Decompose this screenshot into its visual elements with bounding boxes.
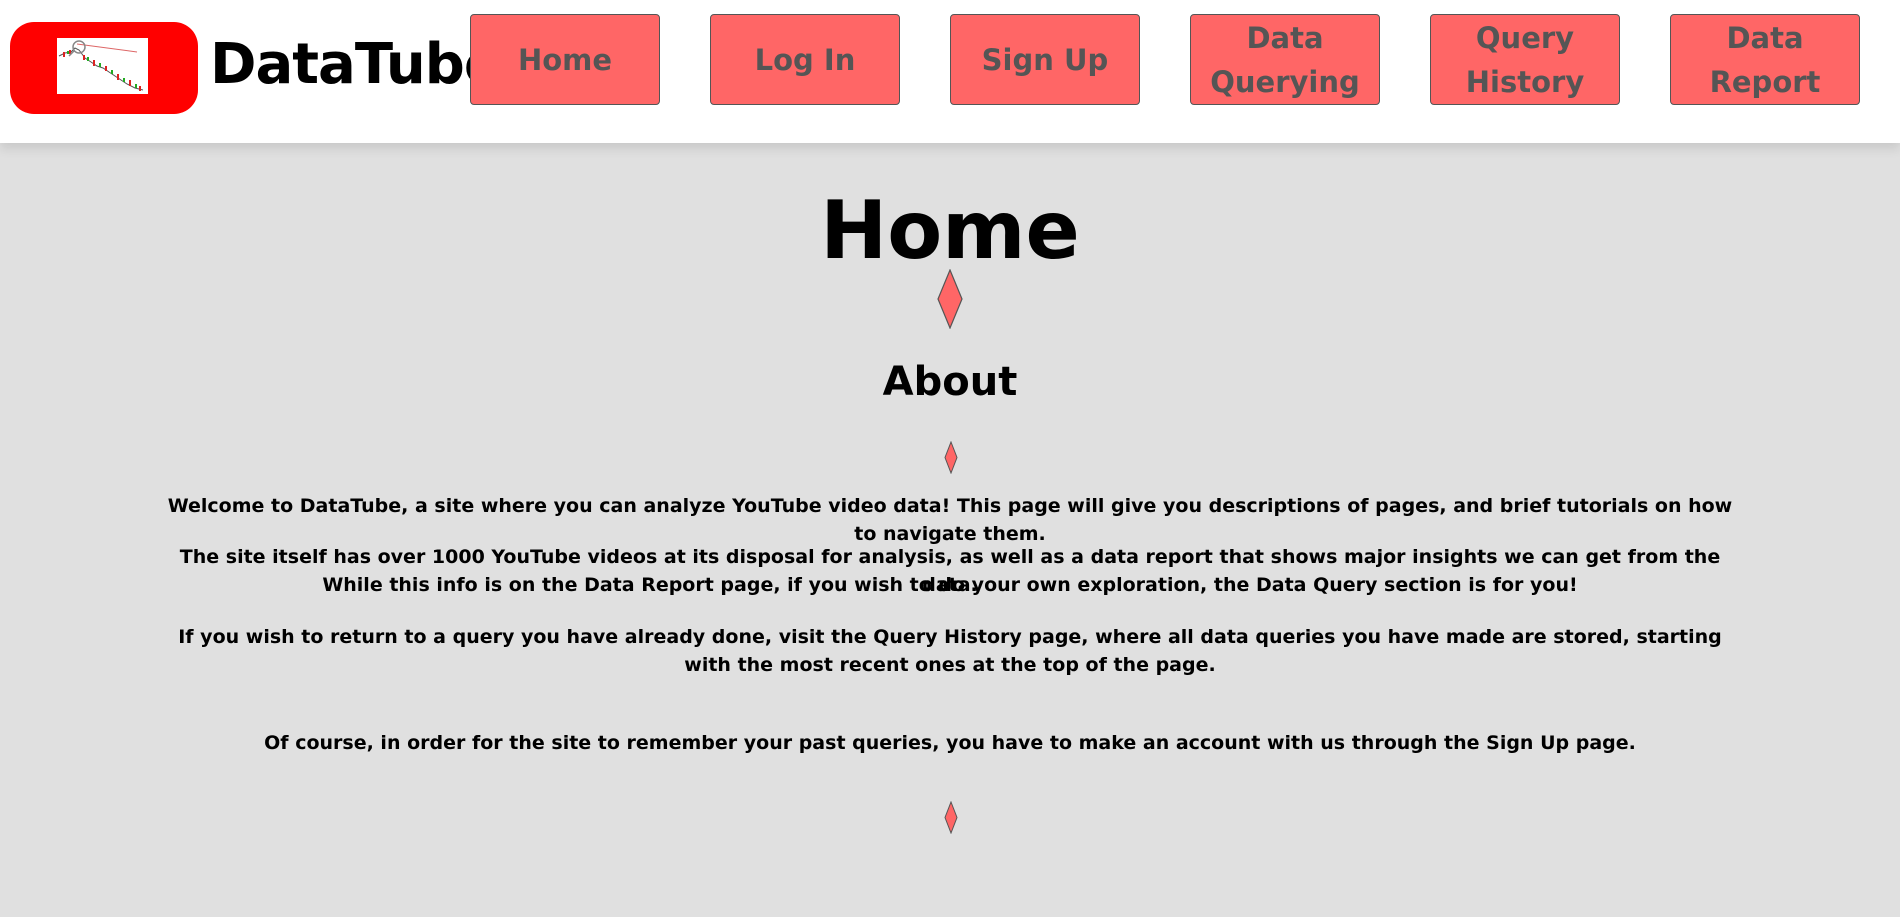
nav-signup-button[interactable]: Sign Up (950, 14, 1140, 105)
nav-login-button[interactable]: Log In (710, 14, 900, 105)
about-data-query-text: While this info is on the Data Report pa… (322, 574, 1578, 596)
logo-chart-icon (57, 38, 148, 94)
logo-icon[interactable] (10, 22, 198, 114)
nav-login-label: Log In (754, 42, 856, 77)
about-signup-text: Of course, in order for the site to reme… (264, 732, 1636, 754)
small-diamond-divider-icon (944, 801, 958, 834)
small-diamond-divider-icon (944, 441, 958, 474)
nav-data-report-label-line2: Report (1709, 64, 1821, 99)
brand-name: DataTube (210, 32, 502, 97)
page-title: Home (820, 184, 1080, 277)
nav-data-report-label-line1: Data (1726, 20, 1804, 55)
nav-query-history-label-line1: Query (1475, 20, 1575, 55)
section-title-about: About (882, 359, 1018, 405)
about-intro-text: Welcome to DataTube, a site where you ca… (167, 495, 1733, 545)
nav-data-querying-label-line2: Querying (1210, 64, 1360, 99)
site-header: DataTube Home Log In Sign Up Data Queryi… (0, 0, 1900, 143)
nav-query-history-label-line2: History (1465, 64, 1585, 99)
nav-signup-label: Sign Up (981, 42, 1109, 77)
nav-home-button[interactable]: Home (470, 14, 660, 105)
nav-query-history-button[interactable]: Query History (1430, 14, 1620, 105)
large-diamond-divider-icon (937, 269, 963, 329)
nav-data-report-button[interactable]: Data Report (1670, 14, 1860, 105)
nav-home-label: Home (517, 42, 613, 77)
nav-data-querying-button[interactable]: Data Querying (1190, 14, 1380, 105)
main-content: Home About Welcome to DataTube, a site w… (0, 143, 1900, 917)
about-query-history-text: If you wish to return to a query you hav… (178, 626, 1722, 676)
nav-data-querying-label-line1: Data (1246, 20, 1324, 55)
